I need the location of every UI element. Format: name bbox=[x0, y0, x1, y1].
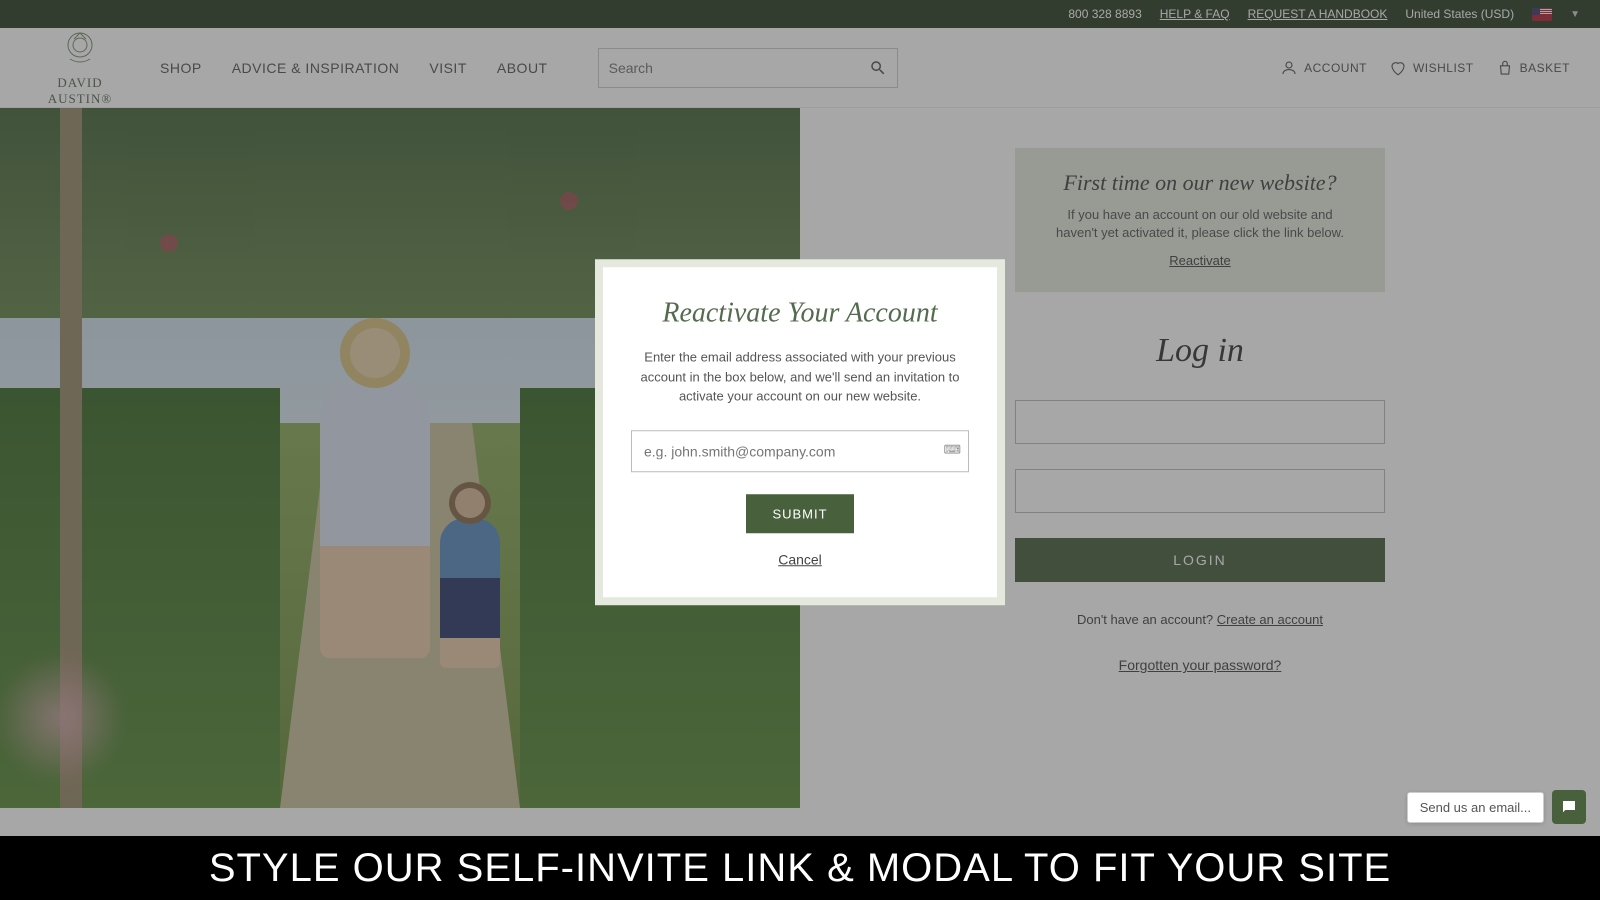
cancel-link[interactable]: Cancel bbox=[778, 551, 822, 567]
chat-icon bbox=[1560, 798, 1578, 816]
reactivate-modal: Reactivate Your Account Enter the email … bbox=[595, 259, 1005, 605]
chat-button[interactable] bbox=[1552, 790, 1586, 824]
submit-button[interactable]: SUBMIT bbox=[746, 494, 853, 533]
keyboard-icon: ⌨ bbox=[944, 442, 961, 457]
modal-email-input[interactable] bbox=[631, 430, 969, 472]
modal-body: Enter the email address associated with … bbox=[631, 347, 969, 406]
banner-text: STYLE OUR SELF-INVITE LINK & MODAL TO FI… bbox=[209, 846, 1391, 891]
promo-banner: STYLE OUR SELF-INVITE LINK & MODAL TO FI… bbox=[0, 836, 1600, 900]
chat-widget: Send us an email... bbox=[1407, 790, 1586, 824]
chat-pill[interactable]: Send us an email... bbox=[1407, 792, 1544, 823]
modal-title: Reactivate Your Account bbox=[631, 297, 969, 329]
